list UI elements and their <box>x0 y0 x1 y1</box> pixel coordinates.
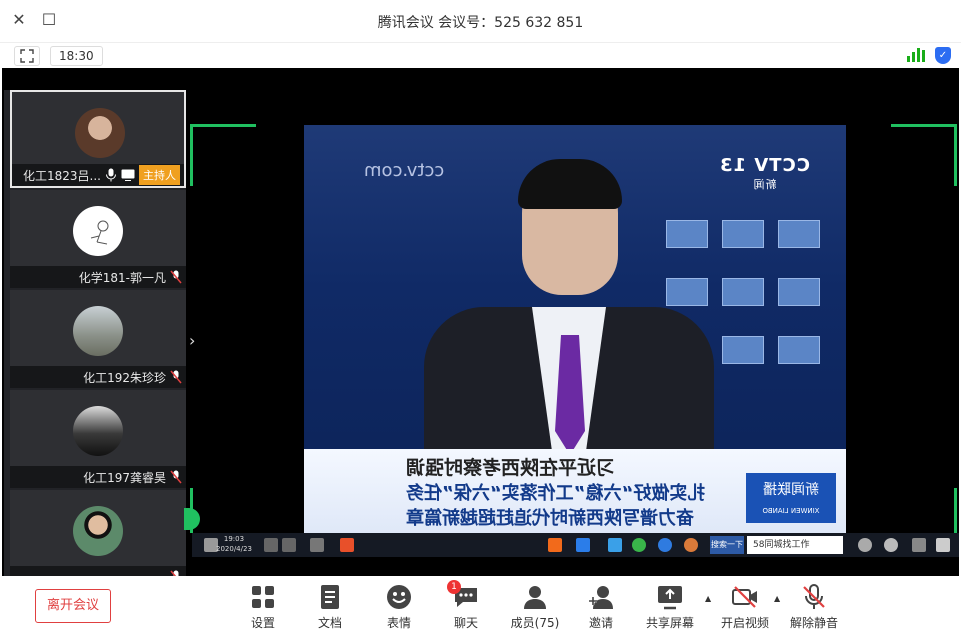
settings-button[interactable]: 设置 <box>233 582 293 636</box>
host-badge: 主持人 <box>139 165 180 185</box>
meeting-timer: 18:30 <box>50 46 103 66</box>
network-icon <box>282 538 296 552</box>
microphone-muted-icon <box>170 270 182 284</box>
screen-share-icon <box>121 169 135 181</box>
participant-label <box>10 566 186 576</box>
invite-label: 邀请 <box>588 616 613 630</box>
meeting-stage: 化工1823吕... 主持人 化学181-郭一凡 化工192朱珍珍 化工197龚… <box>2 68 959 576</box>
edge-browser-icon <box>658 538 672 552</box>
share-frame-corner <box>891 124 957 186</box>
participant-label: 化学181-郭一凡 <box>10 266 186 288</box>
chat-button[interactable]: 1 聊天 <box>436 580 496 636</box>
members-label: 成员(75) <box>510 616 560 630</box>
sketch-figure-icon <box>90 220 109 245</box>
meeting-toolbar: 18:30 ✓ <box>0 42 961 68</box>
user-app-icon <box>684 538 698 552</box>
participant-label: 化工197龚睿昊 <box>10 466 186 488</box>
shared-screen-video: cctv.com CCTV 13 新闻 习近平在陕西考察时强调 扎实做好“六稳”… <box>304 125 846 533</box>
participant-tile[interactable]: 化工192朱珍珍 <box>10 290 186 388</box>
emoji-face-icon <box>386 584 412 610</box>
media-player-icon <box>548 538 562 552</box>
settings-label: 设置 <box>250 616 275 630</box>
avatar <box>75 108 125 158</box>
participant-name: 化工197龚睿昊 <box>83 470 166 485</box>
participant-label: 化工192朱珍珍 <box>10 366 186 388</box>
caption-line: 习近平在陕西考察时强调 <box>406 457 616 479</box>
leave-meeting-button[interactable]: 离开会议 <box>35 589 111 623</box>
language-icon <box>264 538 278 552</box>
audio-options-arrow-icon[interactable]: ▲ <box>774 594 780 603</box>
participant-tile[interactable]: 化学181-郭一凡 <box>10 190 186 288</box>
chat-bubble-icon: 1 <box>447 580 479 610</box>
document-icon <box>317 584 343 610</box>
meeting-control-bar: 离开会议 设置 文档 表情 1 聊天 成员(75) 邀请 共享屏幕 ▲ 开启视频… <box>0 576 961 640</box>
volume-icon <box>310 538 324 552</box>
cctv-watermark: cctv.com <box>364 160 445 181</box>
emoji-button[interactable]: 表情 <box>369 582 429 636</box>
wechat-icon <box>632 538 646 552</box>
search-icon <box>884 538 898 552</box>
program-logo: 新闻联播 XINWEN LIANBO <box>746 473 836 523</box>
share-screen-label: 共享屏幕 <box>645 616 694 630</box>
video-options-arrow-icon[interactable]: ▲ <box>705 594 711 603</box>
docs-button[interactable]: 文档 <box>300 582 360 636</box>
title-bar: ✕ ☐ 腾讯会议 会议号：525 632 851 <box>0 0 961 42</box>
task-view-icon <box>858 538 872 552</box>
share-screen-icon <box>657 584 683 610</box>
taskbar-tab: 搜索一下 <box>710 536 744 554</box>
avatar <box>73 406 123 456</box>
participant-tile[interactable]: 化工197龚睿昊 <box>10 390 186 488</box>
microphone-icon <box>106 168 116 182</box>
tencent-meeting-icon <box>576 538 590 552</box>
emoji-label: 表情 <box>386 616 411 630</box>
fullscreen-icon <box>20 49 34 63</box>
participant-tile[interactable]: 化工1823吕... 主持人 <box>10 90 186 188</box>
channel-logo: CCTV 13 新闻 <box>719 155 810 191</box>
video-off-icon <box>732 584 758 610</box>
tray-app-icon <box>340 538 354 552</box>
microphone-muted-icon <box>170 370 182 384</box>
participant-label: 化工1823吕... 主持人 <box>12 164 184 186</box>
settings-grid-icon <box>250 584 276 610</box>
share-screen-button[interactable]: 共享屏幕 <box>640 582 700 636</box>
microphone-muted-icon <box>170 470 182 484</box>
video-button[interactable]: ▲ 开启视频 <box>705 582 775 636</box>
taskbar-search: 58同城找工作 <box>747 536 843 554</box>
add-user-icon <box>588 584 614 610</box>
participant-tile[interactable] <box>10 490 186 576</box>
participant-sidebar: 化工1823吕... 主持人 化学181-郭一凡 化工192朱珍珍 化工197龚… <box>4 90 186 576</box>
avatar <box>73 206 123 256</box>
chat-label: 聊天 <box>453 616 478 630</box>
shared-taskbar: 19:03 2020/4/23 搜索一下 58同城找工作 <box>192 533 959 557</box>
participant-name: 化工192朱珍珍 <box>83 370 166 385</box>
audio-button[interactable]: ▲ 解除静音 <box>774 582 844 636</box>
audio-label: 解除静音 <box>789 616 838 630</box>
microphone-muted-icon <box>801 584 827 610</box>
members-icon <box>522 584 548 610</box>
start-icon <box>936 538 950 552</box>
caption-line: 奋力谱写陕西新时代追赶超越新篇章 <box>406 508 694 529</box>
news-caption: 习近平在陕西考察时强调 扎实做好“六稳”工作落实“六保”任务 奋力谱写陕西新时代… <box>304 449 846 533</box>
caption-line: 扎实做好“六稳”工作落实“六保”任务 <box>406 483 706 504</box>
unread-badge: 1 <box>447 580 461 594</box>
security-shield-icon[interactable]: ✓ <box>935 47 951 64</box>
taskbar-clock: 19:03 2020/4/23 <box>216 535 252 553</box>
members-button[interactable]: 成员(75) <box>505 582 565 636</box>
docs-label: 文档 <box>317 616 342 630</box>
video-label: 开启视频 <box>720 616 769 630</box>
window-title: 腾讯会议 会议号：525 632 851 <box>377 15 584 31</box>
share-frame-corner <box>190 124 256 186</box>
avatar <box>73 306 123 356</box>
collapse-sidebar-chevron-icon[interactable]: › <box>189 331 195 350</box>
browser-icon <box>608 538 622 552</box>
participant-name: 化学181-郭一凡 <box>78 270 166 285</box>
widgets-icon <box>912 538 926 552</box>
invite-button[interactable]: 邀请 <box>571 582 631 636</box>
fullscreen-button[interactable] <box>14 46 40 66</box>
signal-icon[interactable] <box>907 48 925 62</box>
avatar <box>73 506 123 556</box>
share-frame-corner <box>947 488 957 533</box>
participant-name: 化工1823吕... <box>23 168 101 183</box>
